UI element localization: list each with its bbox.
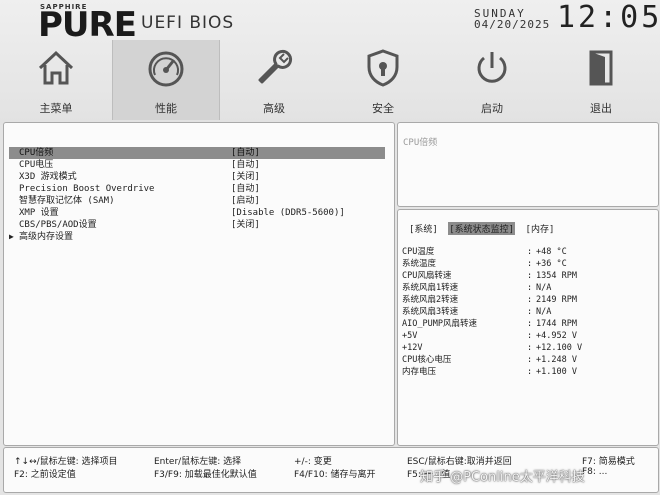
tab-advanced[interactable]: 高级 [221, 40, 327, 120]
monitor-value: +48 °C [536, 247, 567, 257]
settings-panel: CPU倍频 [自动] CPU电压 [自动] X3D 游戏模式 [关闭] Prec… [3, 122, 395, 446]
menu-item-sam[interactable]: 智慧存取记忆体 (SAM) [启动] [9, 195, 385, 207]
hint-previous-value: F2: 之前设定值 [14, 470, 76, 480]
monitor-separator: : [527, 259, 533, 269]
monitor-value: +4.952 V [536, 331, 577, 341]
shield-lock-icon [367, 49, 399, 87]
menu-item-value: [Disable (DDR5-5600)] [231, 208, 345, 218]
tab-label: 安全 [372, 102, 394, 115]
monitor-label: CPU核心电压 [402, 355, 452, 365]
monitor-label: CPU温度 [402, 247, 435, 257]
monitor-label: 系统温度 [402, 259, 437, 269]
help-text: CPU倍频 [403, 138, 438, 148]
watermark-text: 知乎 @PConline太平洋科技 [420, 470, 585, 485]
menu-item-advanced-memory[interactable]: ▶ 高级内存设置 [9, 231, 385, 243]
menu-item-value: [启动] [231, 196, 260, 206]
tab-memory[interactable]: [内存] [525, 222, 556, 235]
menu-item-cbs-pbs-aod[interactable]: CBS/PBS/AOD设置 [关闭] [9, 219, 385, 231]
wrench-icon [258, 49, 293, 84]
tab-label: 主菜单 [39, 102, 73, 115]
brand-logo: PURE [38, 5, 137, 45]
monitor-label: AIO_PUMP风扇转速 [402, 319, 477, 329]
hint-save-exit: F4/F10: 储存与离开 [294, 470, 376, 480]
monitor-separator: : [527, 331, 533, 341]
tab-system[interactable]: [系统] [408, 222, 439, 235]
monitor-value: +36 °C [536, 259, 567, 269]
menu-item-label: Precision Boost Overdrive [19, 184, 155, 194]
monitor-value: N/A [536, 283, 552, 293]
help-panel: CPU倍频 [397, 122, 659, 207]
menu-item-value: [自动] [231, 148, 260, 158]
menu-item-label: CPU倍频 [19, 148, 54, 158]
hint-load-optimized: F3/F9: 加载最佳化默认值 [154, 470, 257, 480]
monitor-tabs: [系统] [系统状态监控] [内存] [408, 222, 559, 235]
hint-select-item: ↑↓↔/鼠标左键: 选择项目 [14, 457, 118, 467]
hint-f8: F8: ... [582, 467, 608, 477]
monitor-value: +12.100 V [536, 343, 583, 353]
tab-label: 启动 [481, 102, 503, 115]
monitor-separator: : [527, 295, 533, 305]
menu-item-label: X3D 游戏模式 [19, 172, 77, 182]
home-icon [38, 50, 74, 85]
tab-label: 高级 [263, 102, 285, 115]
menu-item-label: CBS/PBS/AOD设置 [19, 220, 97, 230]
monitor-separator: : [527, 247, 533, 257]
brand-subtitle: UEFI BIOS [141, 13, 235, 33]
tab-status-monitor[interactable]: [系统状态监控] [448, 222, 516, 235]
tab-main-menu[interactable]: 主菜单 [3, 40, 109, 120]
monitor-separator: : [527, 319, 533, 329]
monitor-value: 1744 RPM [536, 319, 577, 329]
tab-performance[interactable]: 性能 [112, 40, 220, 120]
monitor-label: +12V [402, 343, 423, 353]
menu-item-cpu-voltage[interactable]: CPU电压 [自动] [9, 159, 385, 171]
monitor-value: +1.100 V [536, 367, 577, 377]
header-bar: SAPPHIRE PURE UEFI BIOS SUNDAY 04/20/202… [0, 0, 660, 125]
monitor-label: 内存电压 [402, 367, 437, 377]
monitor-value: 2149 RPM [536, 295, 577, 305]
monitor-separator: : [527, 355, 533, 365]
exit-door-icon [589, 50, 613, 86]
menu-item-value: [关闭] [231, 172, 260, 182]
menu-item-label: CPU电压 [19, 160, 54, 170]
monitor-separator: : [527, 271, 533, 281]
menu-item-label: XMP 设置 [19, 208, 59, 218]
monitor-label: 系统风扇1转速 [402, 283, 459, 293]
menu-item-pbo[interactable]: Precision Boost Overdrive [自动] [9, 183, 385, 195]
menu-item-value: [自动] [231, 184, 260, 194]
power-icon [477, 52, 507, 83]
monitor-label: 系统风扇3转速 [402, 307, 459, 317]
monitor-value: +1.248 V [536, 355, 577, 365]
menu-item-value: [关闭] [231, 220, 260, 230]
monitor-label: CPU风扇转速 [402, 271, 452, 281]
tab-boot[interactable]: 启动 [439, 40, 545, 120]
monitor-separator: : [527, 307, 533, 317]
clock-time: 12:05 [557, 0, 660, 35]
menu-item-cpu-ratio[interactable]: CPU倍频 [自动] [9, 147, 385, 159]
submenu-arrow-icon: ▶ [9, 232, 14, 241]
hint-enter-select: Enter/鼠标左键: 选择 [154, 457, 242, 467]
menu-item-label: 高级内存设置 [19, 232, 74, 242]
hardware-monitor-panel: [系统] [系统状态监控] [内存] CPU温度 : +48 °C 系统温度 :… [397, 209, 659, 446]
monitor-label: 系统风扇2转速 [402, 295, 459, 305]
hint-change-value: +/-: 变更 [294, 457, 332, 467]
monitor-value: 1354 RPM [536, 271, 577, 281]
tab-label: 退出 [590, 102, 612, 115]
tab-label: 性能 [155, 102, 177, 115]
monitor-value: N/A [536, 307, 552, 317]
monitor-separator: : [527, 343, 533, 353]
monitor-label: +5V [402, 331, 418, 341]
monitor-separator: : [527, 283, 533, 293]
menu-item-label: 智慧存取记忆体 (SAM) [19, 196, 115, 206]
menu-item-value: [自动] [231, 160, 260, 170]
speedometer-icon [148, 51, 184, 87]
hint-easy-mode: F7: 简易模式 [582, 457, 635, 467]
menu-item-xmp[interactable]: XMP 设置 [Disable (DDR5-5600)] [9, 207, 385, 219]
tab-exit[interactable]: 退出 [548, 40, 654, 120]
clock-date: 04/20/2025 [474, 18, 551, 31]
monitor-separator: : [527, 367, 533, 377]
tab-security[interactable]: 安全 [330, 40, 436, 120]
menu-item-x3d-game-mode[interactable]: X3D 游戏模式 [关闭] [9, 171, 385, 183]
